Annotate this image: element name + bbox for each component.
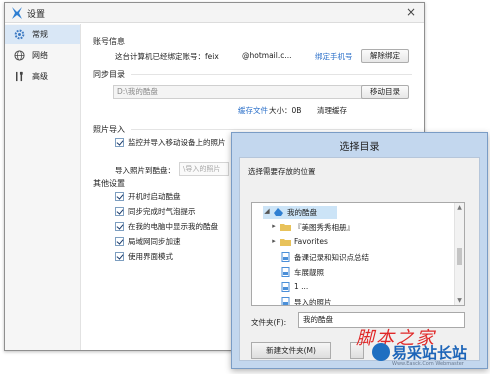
sync-path-field[interactable]: D:\我的酷盘 bbox=[113, 85, 379, 99]
ui-mode-checkbox[interactable] bbox=[115, 252, 124, 261]
show-in-computer-checkbox[interactable] bbox=[115, 222, 124, 231]
auto-import-checkbox[interactable] bbox=[115, 138, 124, 147]
globe-icon bbox=[14, 50, 25, 61]
settings-sidebar: 常规 网络 高级 bbox=[5, 24, 81, 350]
gear-icon bbox=[14, 29, 25, 40]
divider bbox=[131, 74, 412, 75]
tools-icon bbox=[16, 71, 23, 82]
startup-checkbox[interactable] bbox=[115, 192, 124, 201]
bubble-tip-checkbox[interactable] bbox=[115, 207, 124, 216]
tree-item-label: 『美图秀秀相册』 bbox=[294, 223, 354, 232]
cloud-folder-icon bbox=[274, 208, 283, 216]
cache-size-text: 大小：0B bbox=[269, 106, 302, 115]
option-label: 开机时启动酷盘 bbox=[128, 192, 181, 201]
file-icon bbox=[281, 297, 290, 305]
new-folder-button[interactable]: 新建文件夹(M) bbox=[251, 342, 331, 359]
folder-icon bbox=[280, 224, 291, 231]
option-label: 使用界面模式 bbox=[128, 252, 173, 261]
sidebar-item-general[interactable]: 常规 bbox=[5, 25, 80, 44]
watermark-site-name: 易采站长站 bbox=[392, 344, 468, 362]
sync-dir-heading: 同步目录 bbox=[93, 70, 125, 79]
tree-item-label: 备课记录和知识点总结 bbox=[294, 253, 369, 262]
tree-item-label: 我的酷盘 bbox=[287, 208, 317, 217]
tree-item-label: 导入的照片 bbox=[294, 298, 332, 306]
sidebar-item-network[interactable]: 网络 bbox=[5, 46, 80, 65]
other-settings-heading: 其他设置 bbox=[93, 179, 125, 188]
expand-arrow-icon[interactable]: ▸ bbox=[270, 237, 278, 245]
clear-cache-link[interactable]: 清理缓存 bbox=[317, 105, 347, 116]
lan-accel-checkbox[interactable] bbox=[115, 237, 124, 246]
scroll-down-icon[interactable]: ▼ bbox=[455, 296, 464, 305]
file-icon bbox=[281, 267, 290, 277]
unbind-button[interactable]: 解除绑定 bbox=[361, 49, 409, 63]
bind-phone-link[interactable]: 绑定手机号 bbox=[315, 51, 353, 62]
bound-account-text: 这台计算机已经绑定账号：feix bbox=[115, 52, 219, 61]
folder-label: 文件夹(F): bbox=[251, 318, 287, 327]
account-email-tail: @hotmail.c... bbox=[242, 51, 292, 60]
watermark-logo-icon bbox=[372, 343, 390, 361]
tree-item-label: 车展靓照 bbox=[294, 268, 324, 277]
file-icon bbox=[281, 282, 290, 292]
import-to-label: 导入照片到酷盘： bbox=[115, 166, 175, 175]
folder-tree[interactable]: ◢ 我的酷盘 ▸ 『美图秀秀相册』 ▸ Favorites 备课记录和知识点总结… bbox=[251, 202, 465, 306]
option-label: 在我的电脑中显示我的酷盘 bbox=[128, 222, 218, 231]
scroll-thumb[interactable] bbox=[457, 248, 462, 265]
import-folder-field[interactable]: \导入的照片 bbox=[179, 162, 229, 176]
file-icon bbox=[281, 252, 290, 262]
tree-item-label: Favorites bbox=[294, 237, 328, 246]
expand-arrow-icon[interactable]: ▸ bbox=[270, 222, 278, 230]
sidebar-item-label: 高级 bbox=[32, 72, 48, 81]
auto-import-label: 监控并导入移动设备上的照片 bbox=[128, 138, 226, 147]
photo-import-heading: 照片导入 bbox=[93, 125, 125, 134]
tree-item-label: 1 ... bbox=[294, 282, 309, 291]
tree-scrollbar[interactable]: ▲ ▼ bbox=[454, 203, 464, 305]
sidebar-item-advanced[interactable]: 高级 bbox=[5, 67, 80, 86]
folder-icon bbox=[280, 239, 291, 246]
tree-item-root[interactable]: ◢ 我的酷盘 bbox=[263, 206, 337, 219]
account-heading: 账号信息 bbox=[93, 37, 125, 46]
cache-files-link[interactable]: 缓存文件 bbox=[238, 105, 268, 116]
app-logo-icon bbox=[12, 7, 22, 19]
settings-title: 设置 bbox=[27, 10, 46, 20]
watermark-site-url: Www.Easck.Com Webmaster bbox=[392, 361, 464, 367]
expand-arrow-icon[interactable]: ◢ bbox=[263, 207, 271, 215]
scroll-up-icon[interactable]: ▲ bbox=[455, 203, 464, 212]
sidebar-item-label: 常规 bbox=[32, 30, 48, 39]
move-directory-button[interactable]: 移动目录 bbox=[361, 85, 409, 99]
sidebar-item-label: 网络 bbox=[32, 51, 48, 60]
dialog-prompt: 选择需要存放的位置 bbox=[248, 167, 316, 176]
dialog-title: 选择目录 bbox=[339, 142, 380, 153]
settings-titlebar[interactable]: 设置 × bbox=[5, 3, 424, 23]
option-label: 同步完成时气泡提示 bbox=[128, 207, 196, 216]
option-label: 局域网同步加速 bbox=[128, 237, 181, 246]
divider bbox=[131, 129, 412, 130]
close-icon[interactable]: × bbox=[404, 5, 418, 19]
